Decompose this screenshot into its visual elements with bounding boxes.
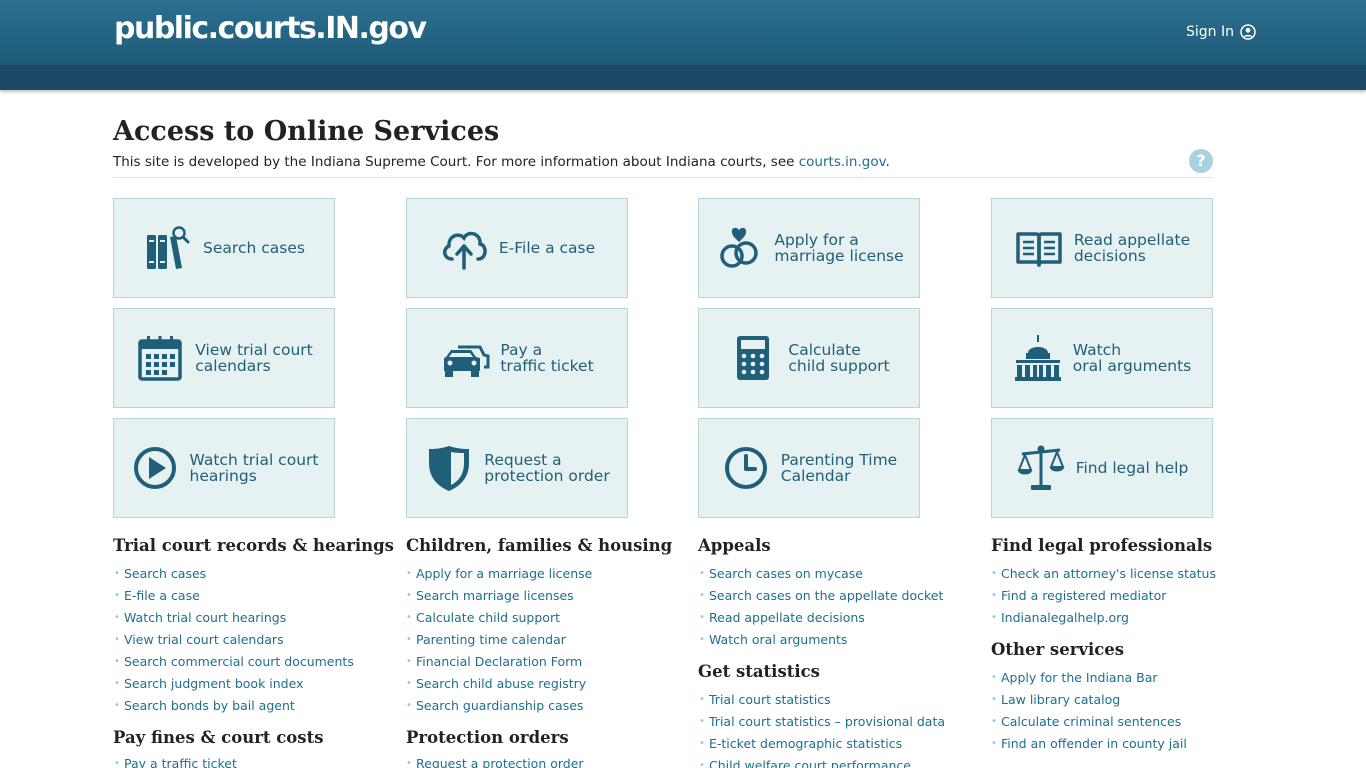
- list-item[interactable]: Request a protection order: [406, 753, 584, 768]
- site-brand[interactable]: public.courts.IN.gov: [114, 11, 427, 46]
- tile-efile-case[interactable]: E-File a case: [406, 198, 628, 298]
- tile-label: Apply for a marriage license: [774, 231, 904, 265]
- list-item[interactable]: Parenting time calendar: [406, 629, 592, 651]
- list-item[interactable]: Search guardianship cases: [406, 695, 592, 717]
- list-item[interactable]: Find a registered mediator: [991, 585, 1216, 607]
- books-search-icon: [147, 226, 190, 269]
- intro-body: This site is developed by the Indiana Su…: [113, 154, 799, 170]
- tile-trial-calendars[interactable]: View trial court calendars: [113, 308, 335, 408]
- page-title: Access to Online Services: [113, 116, 500, 147]
- section-title-statistics: Get statistics: [698, 662, 820, 681]
- protection-orders-links: Request a protection order: [406, 753, 584, 768]
- list-item[interactable]: Find an offender in county jail: [991, 733, 1187, 755]
- list-item[interactable]: Apply for the Indiana Bar: [991, 667, 1187, 689]
- list-item[interactable]: Read appellate decisions: [699, 607, 943, 629]
- list-item[interactable]: Apply for a marriage license: [406, 563, 592, 585]
- cloud-upload-icon: [442, 231, 487, 270]
- list-item[interactable]: Search cases: [114, 563, 354, 585]
- pay-fines-links: Pay a traffic ticket: [114, 753, 237, 768]
- section-title-other-services: Other services: [991, 640, 1125, 659]
- tile-search-cases[interactable]: Search cases: [113, 198, 335, 298]
- help-icon[interactable]: ?: [1189, 149, 1213, 173]
- capitol-icon: [1014, 335, 1061, 381]
- tile-protection-order[interactable]: Request a protection order: [406, 418, 628, 518]
- tile-label: Find legal help: [1075, 459, 1189, 477]
- tile-label: Parenting Time Calendar: [780, 451, 898, 485]
- open-book-icon: [1016, 232, 1062, 267]
- list-item[interactable]: Search marriage licenses: [406, 585, 592, 607]
- section-title-children-families: Children, families & housing: [406, 536, 673, 555]
- appeals-links: Search cases on mycase Search cases on t…: [699, 563, 943, 651]
- tile-trial-hearings[interactable]: Watch trial court hearings: [113, 418, 335, 518]
- section-title-pay-fines: Pay fines & court costs: [113, 728, 324, 747]
- other-services-links: Apply for the Indiana Bar Law library ca…: [991, 667, 1187, 755]
- list-item[interactable]: E-file a case: [114, 585, 354, 607]
- tile-label: Watch trial court hearings: [189, 451, 319, 485]
- statistics-links: Trial court statistics Trial court stati…: [699, 689, 945, 768]
- intro-text: This site is developed by the Indiana Su…: [113, 154, 890, 170]
- tile-label: E-File a case: [498, 239, 596, 257]
- list-item[interactable]: Search bonds by bail agent: [114, 695, 354, 717]
- user-circle-icon: [1240, 24, 1256, 40]
- tile-label: Request a protection order: [484, 451, 610, 485]
- tile-label: Pay a traffic ticket: [500, 341, 594, 375]
- shield-icon: [429, 446, 470, 491]
- list-item[interactable]: Trial court statistics: [699, 689, 945, 711]
- trial-records-links: Search cases E-file a case Watch trial c…: [114, 563, 354, 717]
- list-item[interactable]: Calculate child support: [406, 607, 592, 629]
- list-item[interactable]: View trial court calendars: [114, 629, 354, 651]
- list-item[interactable]: Search judgment book index: [114, 673, 354, 695]
- children-families-links: Apply for a marriage license Search marr…: [406, 563, 592, 717]
- list-item[interactable]: Search cases on mycase: [699, 563, 943, 585]
- list-item[interactable]: Indianalegalhelp.org: [991, 607, 1216, 629]
- section-title-legal-professionals: Find legal professionals: [991, 536, 1213, 555]
- legal-professionals-links: Check an attorney's license status Find …: [991, 563, 1216, 629]
- cars-icon: [444, 345, 490, 377]
- calendar-icon: [138, 336, 182, 381]
- rings-heart-icon: [720, 227, 759, 268]
- list-item[interactable]: Search child abuse registry: [406, 673, 592, 695]
- list-item[interactable]: Watch trial court hearings: [114, 607, 354, 629]
- list-item[interactable]: Financial Declaration Form: [406, 651, 592, 673]
- clock-icon: [724, 447, 767, 489]
- divider: [113, 177, 1213, 178]
- list-item[interactable]: Law library catalog: [991, 689, 1187, 711]
- calculator-icon: [737, 336, 770, 380]
- tile-marriage-license[interactable]: Apply for a marriage license: [698, 198, 920, 298]
- section-title-trial-records: Trial court records & hearings: [113, 536, 394, 555]
- list-item[interactable]: Check an attorney's license status: [991, 563, 1216, 585]
- intro-end: .: [885, 154, 890, 170]
- tile-legal-help[interactable]: Find legal help: [991, 418, 1213, 518]
- list-item[interactable]: Trial court statistics – provisional dat…: [699, 711, 945, 733]
- list-item[interactable]: Search cases on the appellate docket: [699, 585, 943, 607]
- list-item[interactable]: Pay a traffic ticket: [114, 753, 237, 768]
- sign-in-button[interactable]: Sign In: [1186, 24, 1256, 40]
- list-item[interactable]: Child welfare court performance: [699, 755, 945, 768]
- tile-parenting-time[interactable]: Parenting Time Calendar: [698, 418, 920, 518]
- tile-label: Read appellate decisions: [1073, 231, 1191, 265]
- tile-oral-arguments[interactable]: Watch oral arguments: [991, 308, 1213, 408]
- tile-traffic-ticket[interactable]: Pay a traffic ticket: [406, 308, 628, 408]
- section-title-appeals: Appeals: [698, 536, 771, 555]
- tile-label: Watch oral arguments: [1072, 341, 1192, 375]
- tile-label: View trial court calendars: [195, 341, 313, 375]
- tile-child-support[interactable]: Calculate child support: [698, 308, 920, 408]
- play-circle-icon: [133, 447, 176, 489]
- section-title-protection-orders: Protection orders: [406, 728, 569, 747]
- scales-icon: [1017, 445, 1065, 490]
- list-item[interactable]: E-ticket demographic statistics: [699, 733, 945, 755]
- list-item[interactable]: Calculate criminal sentences: [991, 711, 1187, 733]
- tile-label: Calculate child support: [788, 341, 890, 375]
- list-item[interactable]: Search commercial court documents: [114, 651, 354, 673]
- header-subbar: [0, 65, 1366, 90]
- tile-label: Search cases: [203, 239, 305, 257]
- list-item[interactable]: Watch oral arguments: [699, 629, 943, 651]
- site-header: public.courts.IN.gov Sign In: [0, 0, 1366, 65]
- tile-appellate-decisions[interactable]: Read appellate decisions: [991, 198, 1213, 298]
- sign-in-label: Sign In: [1186, 24, 1234, 40]
- courts-in-gov-link[interactable]: courts.in.gov: [799, 154, 886, 170]
